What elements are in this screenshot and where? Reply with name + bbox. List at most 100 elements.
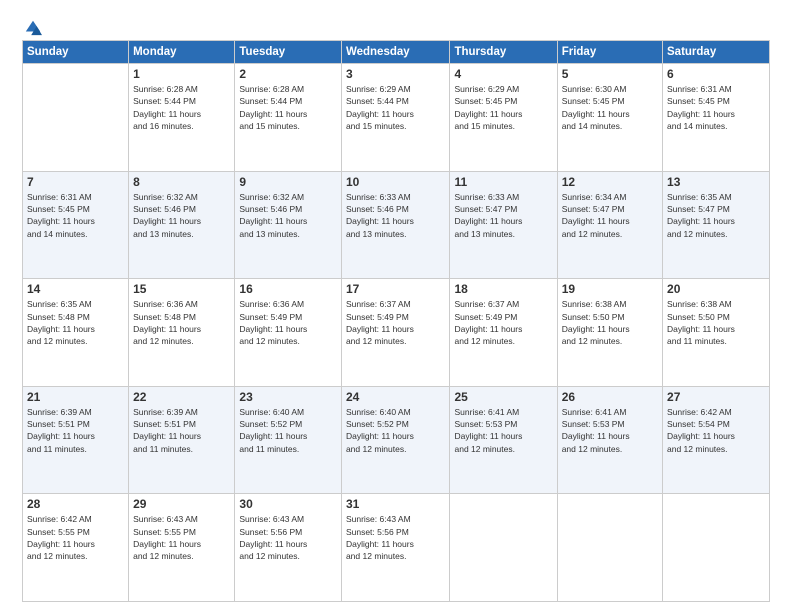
day-number: 18 [454,282,552,296]
day-number: 20 [667,282,765,296]
day-number: 24 [346,390,446,404]
day-info: Sunrise: 6:28 AM Sunset: 5:44 PM Dayligh… [133,83,230,132]
calendar-cell: 15 Sunrise: 6:36 AM Sunset: 5:48 PM Dayli… [129,279,235,387]
calendar-cell: 5 Sunrise: 6:30 AM Sunset: 5:45 PM Daylig… [557,64,662,172]
day-info: Sunrise: 6:34 AM Sunset: 5:47 PM Dayligh… [562,191,658,240]
calendar-cell: 27 Sunrise: 6:42 AM Sunset: 5:54 PM Dayli… [663,386,770,494]
calendar-header-row: SundayMondayTuesdayWednesdayThursdayFrid… [23,41,770,64]
calendar-cell: 14 Sunrise: 6:35 AM Sunset: 5:48 PM Dayli… [23,279,129,387]
header [22,18,770,32]
day-info: Sunrise: 6:40 AM Sunset: 5:52 PM Dayligh… [346,406,446,455]
day-number: 17 [346,282,446,296]
calendar-header-thursday: Thursday [450,41,557,64]
calendar-cell: 30 Sunrise: 6:43 AM Sunset: 5:56 PM Dayli… [235,494,342,602]
day-info: Sunrise: 6:35 AM Sunset: 5:48 PM Dayligh… [27,298,124,347]
day-info: Sunrise: 6:29 AM Sunset: 5:45 PM Dayligh… [454,83,552,132]
day-info: Sunrise: 6:43 AM Sunset: 5:55 PM Dayligh… [133,513,230,562]
calendar-week-row: 7 Sunrise: 6:31 AM Sunset: 5:45 PM Daylig… [23,171,770,279]
calendar-week-row: 21 Sunrise: 6:39 AM Sunset: 5:51 PM Dayli… [23,386,770,494]
day-number: 11 [454,175,552,189]
day-info: Sunrise: 6:42 AM Sunset: 5:55 PM Dayligh… [27,513,124,562]
calendar-cell [450,494,557,602]
day-info: Sunrise: 6:36 AM Sunset: 5:48 PM Dayligh… [133,298,230,347]
calendar-cell: 12 Sunrise: 6:34 AM Sunset: 5:47 PM Dayli… [557,171,662,279]
calendar-cell [23,64,129,172]
day-number: 28 [27,497,124,511]
day-number: 8 [133,175,230,189]
day-number: 2 [239,67,337,81]
logo [22,18,42,32]
calendar-cell: 25 Sunrise: 6:41 AM Sunset: 5:53 PM Dayli… [450,386,557,494]
calendar-cell [663,494,770,602]
day-number: 22 [133,390,230,404]
day-info: Sunrise: 6:41 AM Sunset: 5:53 PM Dayligh… [454,406,552,455]
day-info: Sunrise: 6:35 AM Sunset: 5:47 PM Dayligh… [667,191,765,240]
day-number: 29 [133,497,230,511]
calendar-cell: 16Sunrise: 6:36 AM Sunset: 5:49 PM Dayli… [235,279,342,387]
day-info: Sunrise: 6:33 AM Sunset: 5:46 PM Dayligh… [346,191,446,240]
day-number: 26 [562,390,658,404]
calendar-cell: 9 Sunrise: 6:32 AM Sunset: 5:46 PM Daylig… [235,171,342,279]
calendar-table: SundayMondayTuesdayWednesdayThursdayFrid… [22,40,770,602]
calendar-cell: 4 Sunrise: 6:29 AM Sunset: 5:45 PM Daylig… [450,64,557,172]
day-number: 15 [133,282,230,296]
day-number: 30 [239,497,337,511]
calendar-header-wednesday: Wednesday [341,41,450,64]
day-info: Sunrise: 6:39 AM Sunset: 5:51 PM Dayligh… [133,406,230,455]
calendar-cell: 2 Sunrise: 6:28 AM Sunset: 5:44 PM Daylig… [235,64,342,172]
calendar-cell: 1Sunrise: 6:28 AM Sunset: 5:44 PM Daylig… [129,64,235,172]
calendar-header-monday: Monday [129,41,235,64]
day-info: Sunrise: 6:31 AM Sunset: 5:45 PM Dayligh… [27,191,124,240]
day-info: Sunrise: 6:43 AM Sunset: 5:56 PM Dayligh… [346,513,446,562]
day-number: 3 [346,67,446,81]
day-number: 4 [454,67,552,81]
calendar-cell [557,494,662,602]
calendar-header-tuesday: Tuesday [235,41,342,64]
calendar-cell: 21 Sunrise: 6:39 AM Sunset: 5:51 PM Dayli… [23,386,129,494]
day-number: 6 [667,67,765,81]
day-info: Sunrise: 6:32 AM Sunset: 5:46 PM Dayligh… [133,191,230,240]
calendar-cell: 20 Sunrise: 6:38 AM Sunset: 5:50 PM Dayli… [663,279,770,387]
day-number: 25 [454,390,552,404]
day-number: 9 [239,175,337,189]
page: SundayMondayTuesdayWednesdayThursdayFrid… [0,0,792,612]
calendar-cell: 10Sunrise: 6:33 AM Sunset: 5:46 PM Dayli… [341,171,450,279]
day-number: 19 [562,282,658,296]
day-number: 27 [667,390,765,404]
calendar-cell: 29 Sunrise: 6:43 AM Sunset: 5:55 PM Dayli… [129,494,235,602]
day-info: Sunrise: 6:36 AM Sunset: 5:49 PM Dayligh… [239,298,337,347]
day-info: Sunrise: 6:42 AM Sunset: 5:54 PM Dayligh… [667,406,765,455]
day-number: 21 [27,390,124,404]
calendar-cell: 8 Sunrise: 6:32 AM Sunset: 5:46 PM Daylig… [129,171,235,279]
day-info: Sunrise: 6:30 AM Sunset: 5:45 PM Dayligh… [562,83,658,132]
day-info: Sunrise: 6:38 AM Sunset: 5:50 PM Dayligh… [667,298,765,347]
calendar-header-saturday: Saturday [663,41,770,64]
calendar-week-row: 1Sunrise: 6:28 AM Sunset: 5:44 PM Daylig… [23,64,770,172]
day-number: 5 [562,67,658,81]
calendar-cell: 22 Sunrise: 6:39 AM Sunset: 5:51 PM Dayli… [129,386,235,494]
calendar-cell: 6 Sunrise: 6:31 AM Sunset: 5:45 PM Daylig… [663,64,770,172]
calendar-week-row: 28 Sunrise: 6:42 AM Sunset: 5:55 PM Dayli… [23,494,770,602]
day-info: Sunrise: 6:43 AM Sunset: 5:56 PM Dayligh… [239,513,337,562]
calendar-cell: 26Sunrise: 6:41 AM Sunset: 5:53 PM Dayli… [557,386,662,494]
day-info: Sunrise: 6:38 AM Sunset: 5:50 PM Dayligh… [562,298,658,347]
calendar-cell: 23Sunrise: 6:40 AM Sunset: 5:52 PM Dayli… [235,386,342,494]
day-number: 7 [27,175,124,189]
calendar-header-friday: Friday [557,41,662,64]
calendar-cell: 7 Sunrise: 6:31 AM Sunset: 5:45 PM Daylig… [23,171,129,279]
day-info: Sunrise: 6:28 AM Sunset: 5:44 PM Dayligh… [239,83,337,132]
calendar-cell: 24 Sunrise: 6:40 AM Sunset: 5:52 PM Dayli… [341,386,450,494]
day-info: Sunrise: 6:39 AM Sunset: 5:51 PM Dayligh… [27,406,124,455]
day-info: Sunrise: 6:32 AM Sunset: 5:46 PM Dayligh… [239,191,337,240]
day-number: 14 [27,282,124,296]
day-number: 23 [239,390,337,404]
calendar-cell: 28 Sunrise: 6:42 AM Sunset: 5:55 PM Dayli… [23,494,129,602]
day-info: Sunrise: 6:37 AM Sunset: 5:49 PM Dayligh… [454,298,552,347]
day-number: 12 [562,175,658,189]
calendar-cell: 13Sunrise: 6:35 AM Sunset: 5:47 PM Dayli… [663,171,770,279]
calendar-header-sunday: Sunday [23,41,129,64]
day-info: Sunrise: 6:33 AM Sunset: 5:47 PM Dayligh… [454,191,552,240]
calendar-cell: 31Sunrise: 6:43 AM Sunset: 5:56 PM Dayli… [341,494,450,602]
day-info: Sunrise: 6:31 AM Sunset: 5:45 PM Dayligh… [667,83,765,132]
calendar-cell: 18 Sunrise: 6:37 AM Sunset: 5:49 PM Dayli… [450,279,557,387]
